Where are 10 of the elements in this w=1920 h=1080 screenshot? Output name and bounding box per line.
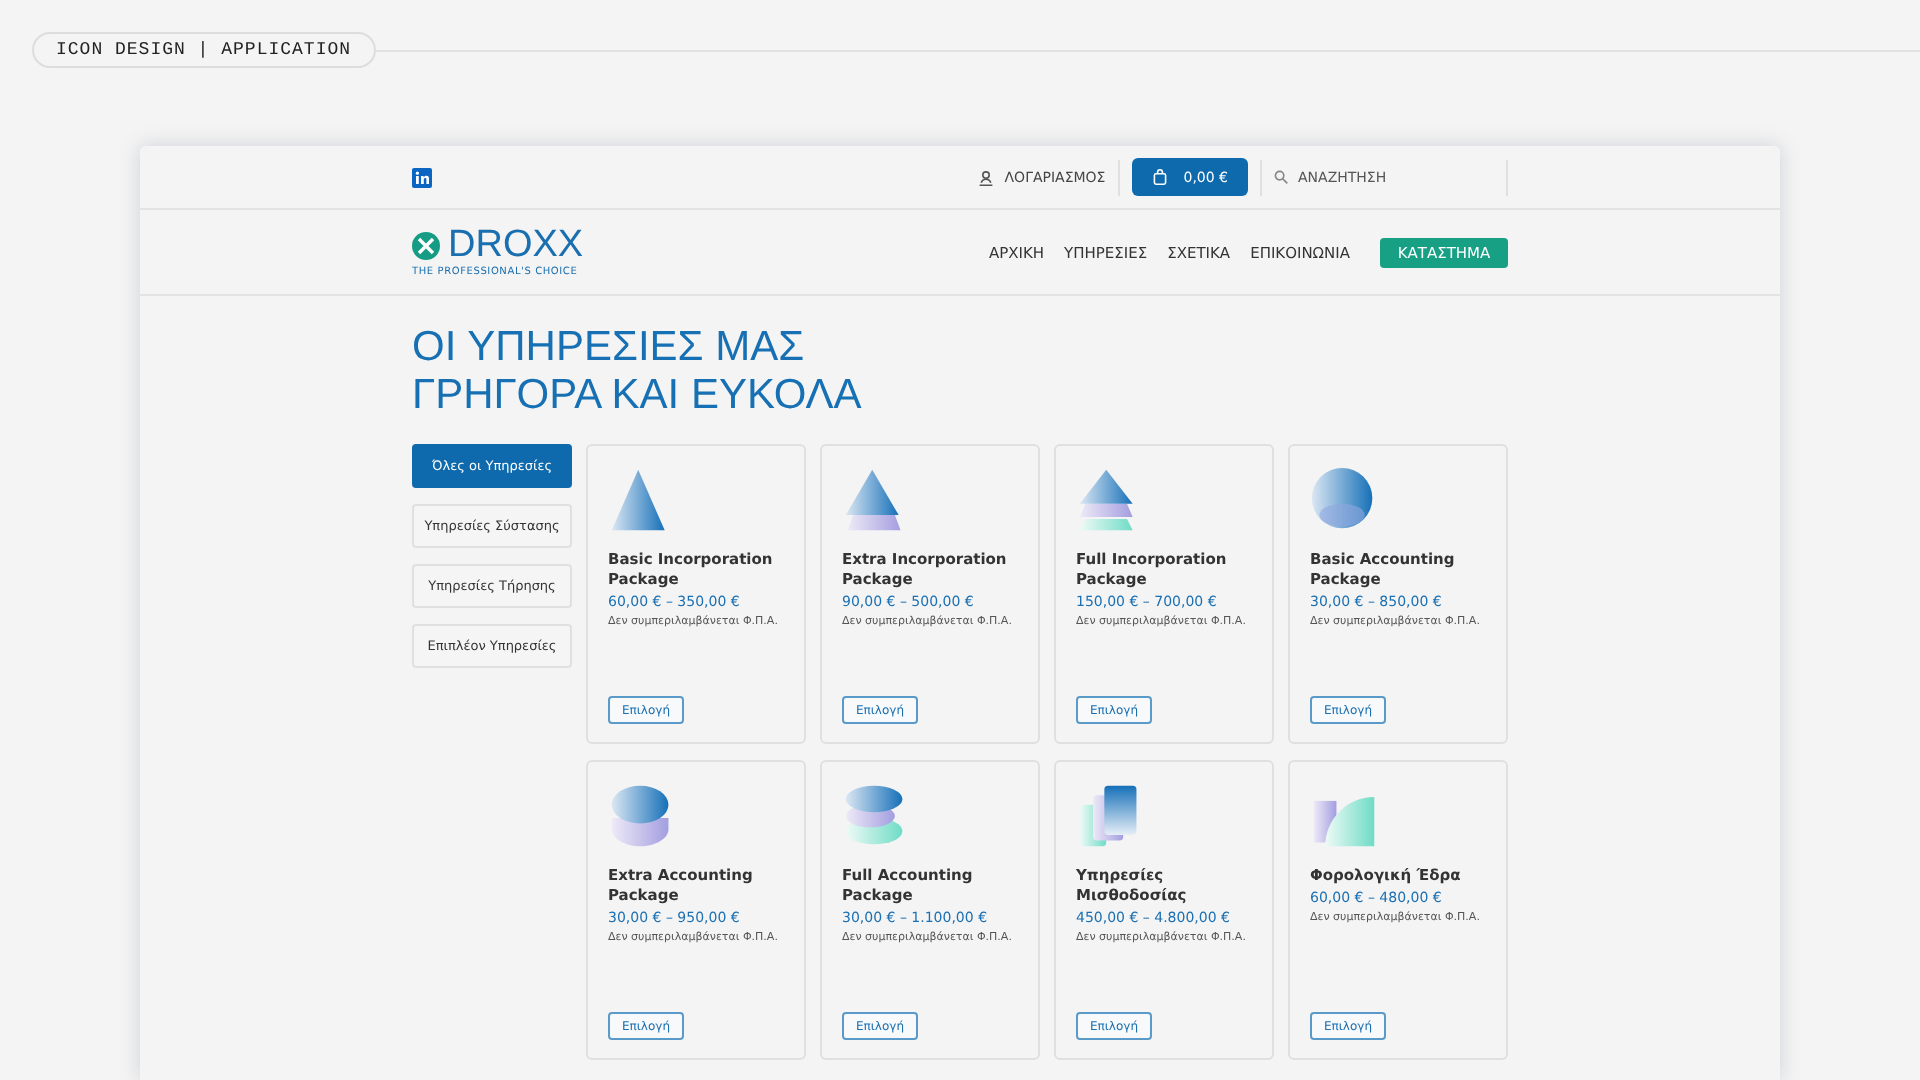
shopping-bag-icon (1151, 168, 1168, 186)
sphere-icon (1310, 466, 1378, 534)
logo-wordmark: DROXX (448, 227, 584, 263)
search-icon (1274, 170, 1288, 184)
page-heading: ΟΙ ΥΠΗΡΕΣΙΕΣ ΜΑΣ (412, 324, 805, 372)
section-label: ICON DESIGN | APPLICATION (32, 32, 376, 68)
logo-icon (412, 231, 440, 259)
user-icon (978, 169, 995, 185)
page-heading: ΓΡΗΓΟΡΑ ΚΑΙ ΕΥΚΟΛΑ (412, 372, 862, 420)
linkedin-icon[interactable] (412, 167, 432, 187)
